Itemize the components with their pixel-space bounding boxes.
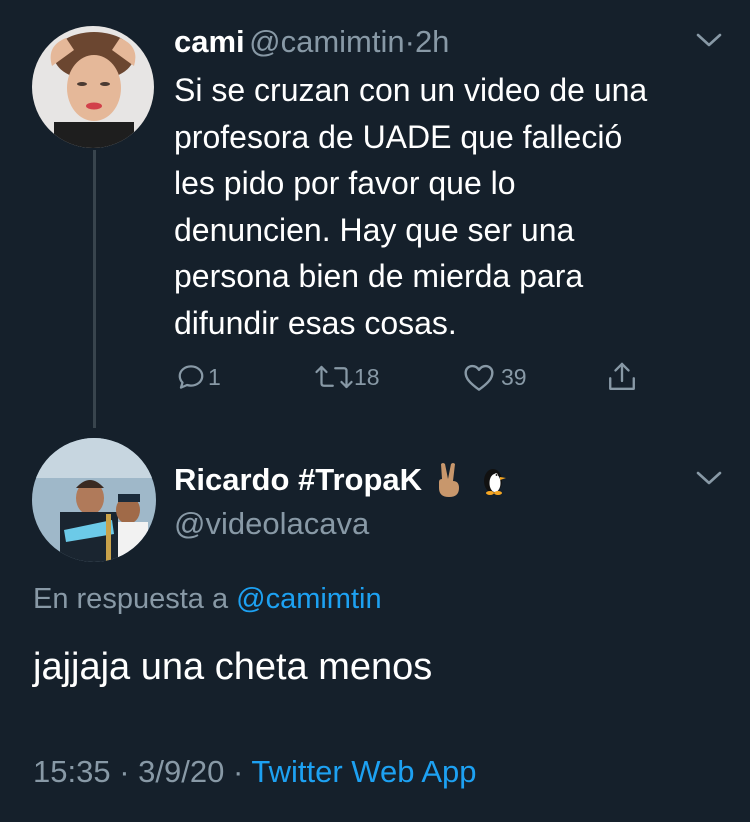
reply-tweet-menu-button[interactable] (694, 468, 724, 488)
author-avatar[interactable] (32, 26, 154, 148)
tweet-menu-button[interactable] (694, 30, 724, 50)
tweet-text-line: difundir esas cosas. (174, 304, 457, 341)
retweet-icon (315, 365, 353, 389)
penguin-icon (484, 469, 507, 495)
victory-hand-emoji (432, 461, 466, 499)
reply-tweet-text: jajjaja una cheta menos (33, 646, 433, 688)
replying-to-label: En respuesta a (33, 583, 229, 615)
tweet-source[interactable]: Twitter Web App (251, 754, 476, 789)
heart-icon (464, 364, 494, 391)
tweet-meta: 15:35 · 3/9/20 · Twitter Web App (33, 754, 477, 790)
like-count: 39 (501, 363, 527, 390)
reply-author-avatar[interactable] (32, 438, 156, 562)
retweet-action[interactable]: 18 (314, 362, 380, 392)
meta-separator: · (232, 754, 244, 789)
meta-separator: · (119, 754, 130, 789)
tweet-text-line: persona bien de mierda para (174, 258, 584, 294)
replying-to-mention[interactable]: @camimtin (236, 583, 381, 615)
author-name[interactable]: cami (174, 24, 245, 59)
tweet-text-line: Si se cruzan con un video de una (174, 72, 648, 108)
replying-to: En respuesta a @camimtin (33, 583, 382, 616)
tweet-time[interactable]: 15:35 (33, 754, 111, 789)
like-action[interactable]: 39 (463, 362, 527, 392)
share-action[interactable] (606, 360, 638, 394)
reply-author-name[interactable]: Ricardo #TropaK (174, 462, 422, 498)
tweet-date[interactable]: 3/9/20 (138, 754, 224, 789)
reply-author-name-row: Ricardo #TropaK (174, 461, 512, 499)
reply-icon (178, 365, 204, 389)
separator-dot: · (404, 24, 415, 59)
tweet-header: cami @camimtin·2h (174, 24, 449, 60)
author-handle[interactable]: @camimtin (249, 24, 404, 59)
penguin-emoji (478, 463, 512, 497)
chevron-down-icon (696, 33, 722, 47)
chevron-down-icon (696, 471, 722, 485)
tweet-timestamp[interactable]: 2h (415, 24, 449, 59)
tweet-text-line: les pido por favor que lo (174, 165, 516, 201)
tweet-text-line: profesora de UADE que falleció (174, 118, 623, 155)
victory-hand-icon (439, 463, 460, 497)
reply-author-handle[interactable]: @videolacava (174, 506, 369, 542)
thread-connector-line (93, 150, 96, 428)
retweet-count: 18 (354, 363, 380, 390)
reply-count: 1 (208, 363, 221, 390)
reply-action[interactable]: 1 (176, 362, 221, 392)
tweet-text: Si se cruzan con un video de una profeso… (174, 67, 647, 346)
share-icon (609, 362, 635, 390)
tweet-text-line: denuncien. Hay que ser una (174, 211, 575, 248)
